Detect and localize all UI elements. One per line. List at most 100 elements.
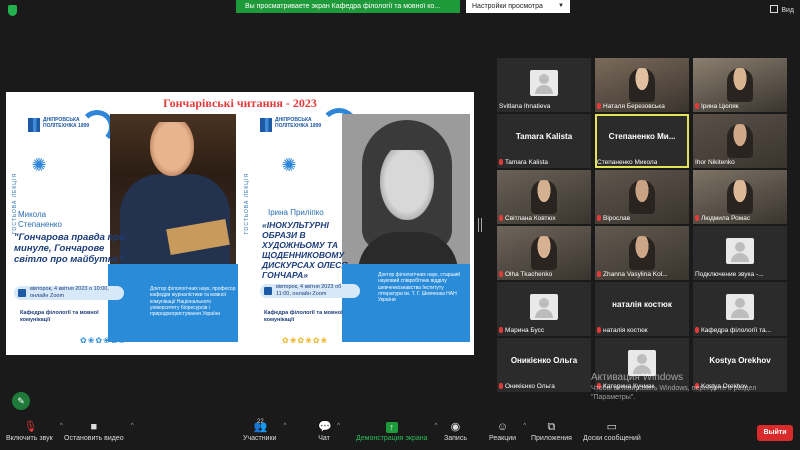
participant-tile[interactable]: Ірина Цюпяк <box>693 58 787 112</box>
date-bar: вівторок, 4 квітня 2023 об 11:00, онлайн… <box>260 284 360 298</box>
chat-icon: 💬 <box>318 421 332 433</box>
participant-tile[interactable]: Ihor Nikitenko <box>693 114 787 168</box>
mic-muted-icon <box>695 215 699 221</box>
apps-button[interactable]: ⧉ Приложения <box>531 421 572 443</box>
stop-video-button[interactable]: ■ Остановить видео ^ <box>64 421 134 443</box>
department-label: Кафедра філології та мовної комунікації <box>20 310 99 323</box>
annotate-pencil-icon[interactable]: ✎ <box>12 392 30 410</box>
participant-name-label: Svitlana Ihnatieva <box>499 103 551 110</box>
participant-name-label: Olha Tkachenko <box>499 271 552 278</box>
participant-tile[interactable]: наталія костюк наталія костюк <box>595 282 689 336</box>
flower-icon: ✺ <box>281 155 297 175</box>
view-button-label: Вид <box>781 7 794 14</box>
participant-tile[interactable]: Tamara Kalista Tamara Kalista <box>497 114 591 168</box>
share-screen-icon: ↑ <box>385 422 398 433</box>
mic-muted-icon <box>499 159 503 165</box>
chat-button[interactable]: 💬 Чат ^ <box>318 421 340 443</box>
participant-tile[interactable]: Степаненко Ми... Степаненко Микола <box>595 114 689 168</box>
mic-muted-icon <box>695 103 699 109</box>
participant-display-name: Степаненко Ми... <box>608 132 676 141</box>
bio-box: Доктор філологічних наук, старший науков… <box>342 264 470 342</box>
speaker-name: Микола Степаненко <box>18 210 62 229</box>
chevron-up-icon: ^ <box>337 423 340 429</box>
activation-title: Активация Windows <box>591 372 684 383</box>
record-icon: ◉ <box>450 421 461 433</box>
chevron-up-icon: ^ <box>130 423 134 429</box>
participant-display-name: наталія костюк <box>612 300 672 309</box>
participant-name-label: Ірина Цюпяк <box>695 103 739 110</box>
security-shield-icon[interactable] <box>8 5 17 16</box>
grid-icon <box>770 5 779 13</box>
participant-name-label: Наталя Березовська <box>597 103 665 110</box>
participant-name-label: Подключение звука -... <box>695 271 764 278</box>
participant-name-label: Оникієнко Ольга <box>499 383 555 390</box>
mic-muted-icon <box>695 327 699 333</box>
view-button[interactable]: Вид <box>770 5 794 14</box>
participant-tile[interactable]: Наталя Березовська <box>595 58 689 112</box>
participant-tile[interactable]: Подключение звука -... <box>693 226 787 280</box>
apps-icon: ⧉ <box>547 421 556 433</box>
meeting-toolbar: 🎙 Включить звук ^ ■ Остановить видео ^ 👥 22 Уч… <box>0 418 800 450</box>
avatar-icon <box>726 238 754 264</box>
calendar-icon <box>18 289 26 297</box>
participant-name-label: Світлана Ковтюх <box>499 215 556 222</box>
avatar-icon <box>530 294 558 320</box>
mic-muted-icon <box>597 103 601 109</box>
participant-name-label: Ihor Nikitenko <box>695 159 735 166</box>
participant-tile[interactable]: Svitlana Ihnatieva <box>497 58 591 112</box>
leave-button[interactable]: Выйти <box>757 425 793 441</box>
participant-name-label: Tamara Kalista <box>499 159 548 166</box>
department-label: Кафедра філології та мовної комунікації <box>264 310 343 323</box>
mic-muted-icon: 🎙 <box>23 421 38 433</box>
share-screen-button[interactable]: ↑ Демонстрация экрана ^ <box>356 422 438 442</box>
unmute-button[interactable]: 🎙 Включить звук ^ <box>6 421 63 443</box>
calendar-icon <box>264 287 272 295</box>
avatar-icon <box>530 70 558 96</box>
chevron-up-icon: ^ <box>283 423 287 429</box>
participant-display-name: Kostya Orekhov <box>709 356 771 365</box>
participant-name-label: наталія костюк <box>597 327 648 334</box>
panel-resize-handle[interactable] <box>478 218 482 232</box>
participant-tile[interactable]: Zhanna Vasylina Kol... <box>595 226 689 280</box>
speaker-name: Ірина Приліпко <box>268 208 324 217</box>
flower-ornament: ✿❀✿❀✿❀ <box>80 336 127 345</box>
lecture-card-right: ГОСТЬОВА ЛЕКЦІЯ ДНІПРОВСЬКА ПОЛІТЕХНІКА … <box>242 108 470 354</box>
participant-tile[interactable]: Кафедра філології та... <box>693 282 787 336</box>
flower-ornament: ✿❀✿❀✿❀ <box>282 336 329 345</box>
slide-title: Гончарівські читання - 2023 <box>163 96 317 110</box>
chevron-up-icon: ^ <box>523 423 527 429</box>
mic-muted-icon <box>499 327 503 333</box>
participants-button[interactable]: 👥 22 Участники ^ <box>243 419 286 442</box>
zoom-window: Вы просматриваете экран Кафедра філологі… <box>0 0 800 450</box>
mic-muted-icon <box>499 271 503 277</box>
participant-tile[interactable]: Оникієнко Ольга Оникієнко Ольга <box>497 338 591 392</box>
participant-tile[interactable]: Людмила Ромас <box>693 170 787 224</box>
participant-tile[interactable]: Світлана Ковтюх <box>497 170 591 224</box>
chevron-up-icon: ^ <box>434 423 438 429</box>
participant-tile[interactable]: Вірослав <box>595 170 689 224</box>
lecture-card-left: ГОСТЬОВА ЛЕКЦІЯ ДНІПРОВСЬКА ПОЛІТЕХНІКА … <box>10 110 238 354</box>
view-options-dropdown[interactable]: Настройки просмотра ▼ <box>466 0 570 13</box>
whiteboard-icon: ▭ <box>606 421 618 433</box>
chevron-up-icon: ^ <box>59 423 63 429</box>
participant-display-name: Tamara Kalista <box>515 132 573 141</box>
mic-muted-icon <box>499 215 503 221</box>
reactions-icon: ☺ <box>496 421 509 433</box>
screen-share-banner: Вы просматриваете экран Кафедра філологі… <box>236 0 460 13</box>
chevron-down-icon: ▼ <box>558 3 564 9</box>
mic-muted-icon <box>597 215 601 221</box>
banner-text: Вы просматриваете экран Кафедра філологі… <box>245 3 441 10</box>
participant-tile[interactable]: Olha Tkachenko <box>497 226 591 280</box>
participant-tile[interactable]: Марина Бусс <box>497 282 591 336</box>
mic-muted-icon <box>499 383 503 389</box>
participant-display-name: Оникієнко Ольга <box>510 356 578 365</box>
whiteboards-button[interactable]: ▭ Доски сообщений <box>583 421 641 443</box>
activation-subtitle: Чтобы активировать Windows, перейдите в … <box>591 385 757 401</box>
flower-icon: ✺ <box>31 155 47 175</box>
camera-icon: ■ <box>90 421 98 433</box>
participant-gallery: Svitlana Ihnatieva Наталя Березовська Ірин… <box>497 58 789 398</box>
bio-box: Доктор філологічних наук, професор кафед… <box>108 264 238 342</box>
reactions-button[interactable]: ☺ Реакции ^ <box>489 421 526 443</box>
record-button[interactable]: ◉ Запись <box>444 421 467 443</box>
participant-name-label: Zhanna Vasylina Kol... <box>597 271 668 278</box>
